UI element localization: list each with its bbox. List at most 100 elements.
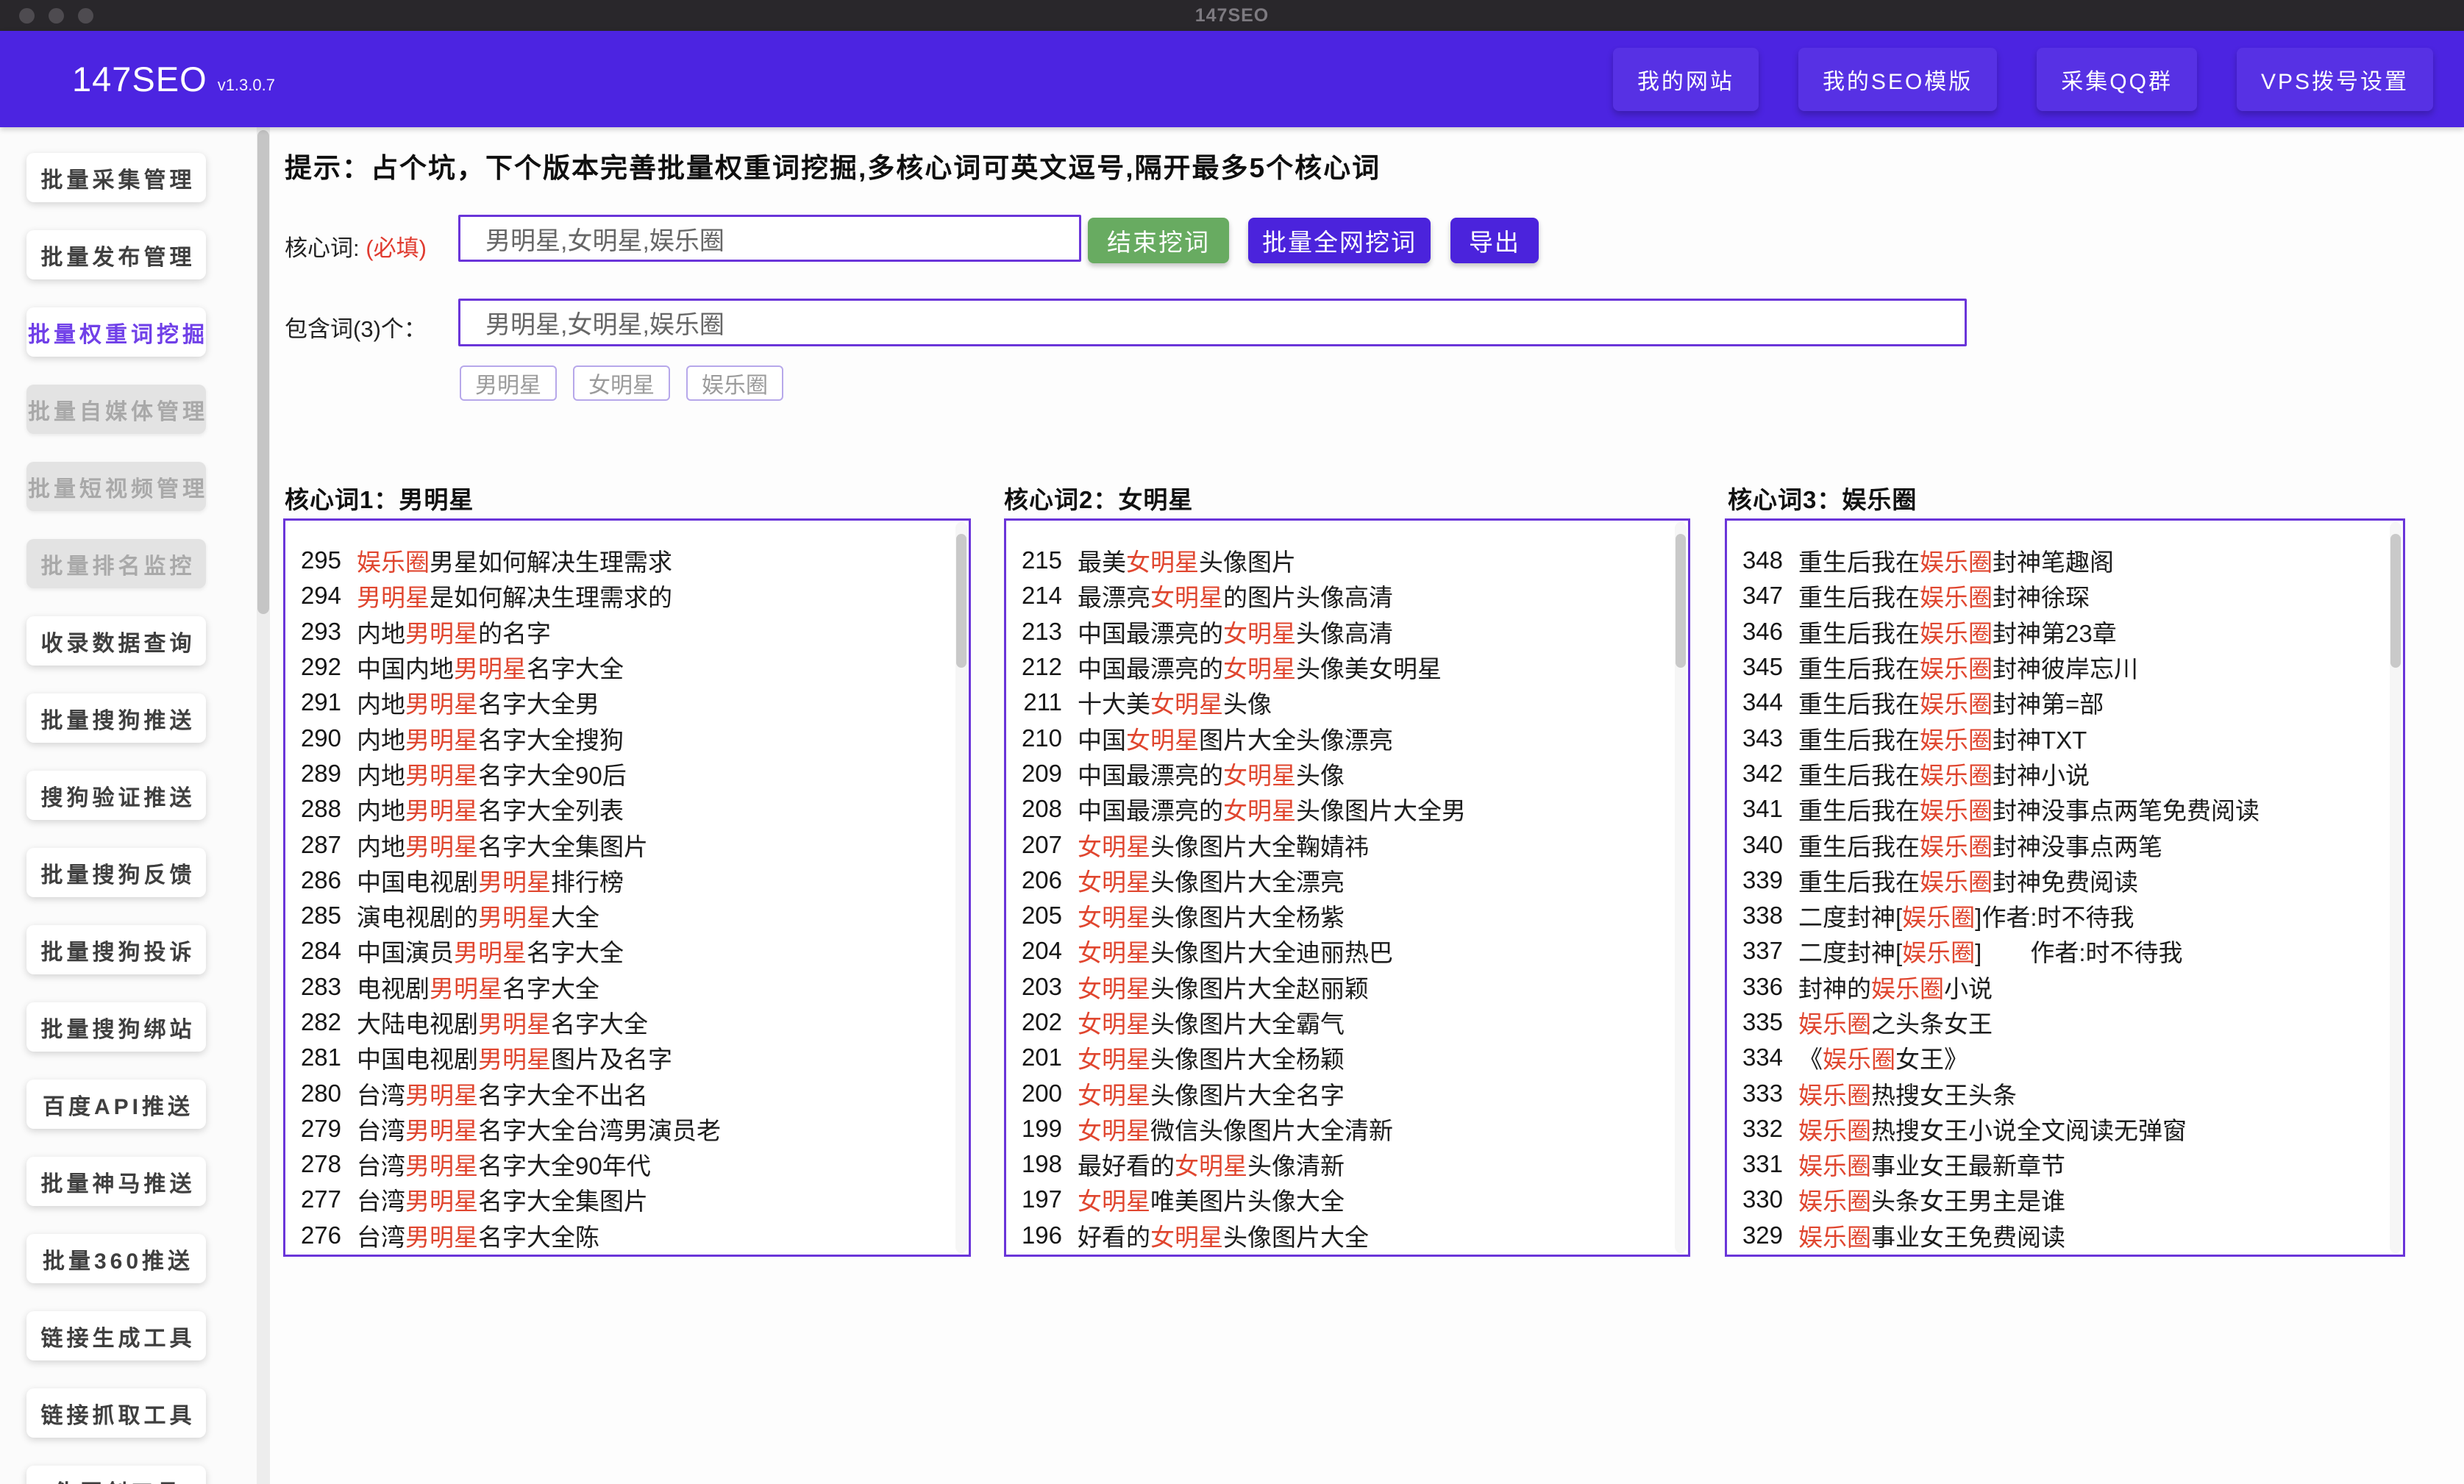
keyword-row[interactable]: 208 中国最漂亮的女明星头像图片大全男 [1006, 791, 1673, 827]
export-button[interactable]: 导出 [1450, 218, 1539, 263]
brand-row: 147SEO v1.3.0.7 [72, 31, 275, 127]
keyword-row[interactable]: 289 内地男明星名字大全90后 [285, 756, 954, 791]
sidebar-item[interactable]: 链接生成工具 [26, 1311, 206, 1360]
sidebar-item[interactable]: 伪原创工具 [26, 1466, 206, 1484]
keyword-row[interactable]: 341 重生后我在娱乐圈封神没事点两笔免费阅读 [1727, 791, 2388, 827]
keyword-row[interactable]: 345 重生后我在娱乐圈封神彼岸忘川 [1727, 649, 2388, 685]
keyword-row[interactable]: 205 女明星头像图片大全杨紫 [1006, 898, 1673, 933]
keyword-row[interactable]: 285 演电视剧的男明星大全 [285, 898, 954, 933]
header-nav-button[interactable]: 我的网站 [1612, 47, 1759, 111]
keyword-row[interactable]: 294 男明星是如何解决生理需求的 [285, 578, 954, 613]
keyword-row[interactable]: 203 女明星头像图片大全赵丽颖 [1006, 969, 1673, 1005]
sidebar-item[interactable]: 批量360推送 [26, 1234, 206, 1283]
list-scrollbar-thumb[interactable] [956, 534, 966, 668]
sidebar-item[interactable]: 收录数据查询 [26, 616, 206, 666]
keyword-text: 重生后我在娱乐圈封神没事点两笔免费阅读 [1798, 797, 2260, 825]
keyword-row[interactable]: 346 重生后我在娱乐圈封神第23章 [1727, 614, 2388, 649]
keyword-row[interactable]: 293 内地男明星的名字 [285, 614, 954, 649]
keyword-row[interactable]: 209 中国最漂亮的女明星头像 [1006, 756, 1673, 791]
sidebar-item[interactable]: 批量搜狗反馈 [26, 848, 206, 897]
core-word-input[interactable] [458, 215, 1081, 262]
keyword-row[interactable]: 329 娱乐圈事业女王免费阅读 [1727, 1218, 2388, 1253]
keyword-row[interactable]: 288 内地男明星名字大全列表 [285, 791, 954, 827]
keyword-row[interactable]: 196 好看的女明星头像图片大全 [1006, 1218, 1673, 1253]
window-minimize-icon[interactable] [49, 7, 64, 24]
keyword-row[interactable]: 214 最漂亮女明星的图片头像高清 [1006, 578, 1673, 613]
include-word-tag[interactable]: 娱乐圈 [686, 365, 783, 401]
keyword-row[interactable]: 206 女明星头像图片大全漂亮 [1006, 863, 1673, 898]
keyword-row[interactable]: 210 中国女明星图片大全头像漂亮 [1006, 720, 1673, 755]
window-close-icon[interactable] [19, 7, 35, 24]
mine-all-web-button[interactable]: 批量全网挖词 [1248, 218, 1431, 263]
include-word-tag[interactable]: 男明星 [460, 365, 557, 401]
keyword-row[interactable]: 292 中国内地男明星名字大全 [285, 649, 954, 685]
keyword-row[interactable]: 197 女明星唯美图片头像大全 [1006, 1182, 1673, 1217]
keyword-row[interactable]: 331 娱乐圈事业女王最新章节 [1727, 1146, 2388, 1182]
sidebar-item[interactable]: 链接抓取工具 [26, 1388, 206, 1438]
stop-mining-button[interactable]: 结束挖词 [1088, 218, 1229, 263]
highlighted-core-word: 女明星 [1078, 1188, 1150, 1216]
sidebar-item[interactable]: 批量采集管理 [26, 153, 206, 202]
keyword-row[interactable]: 200 女明星头像图片大全名字 [1006, 1075, 1673, 1110]
keyword-row[interactable]: 282 大陆电视剧男明星名字大全 [285, 1005, 954, 1040]
sidebar-item[interactable]: 批量搜狗推送 [26, 693, 206, 743]
keyword-row[interactable]: 207 女明星头像图片大全鞠婧祎 [1006, 827, 1673, 862]
keyword-row[interactable]: 199 女明星微信头像图片大全清新 [1006, 1111, 1673, 1146]
keyword-row[interactable]: 286 中国电视剧男明星排行榜 [285, 863, 954, 898]
keyword-row[interactable]: 278 台湾男明星名字大全90年代 [285, 1146, 954, 1182]
sidebar-item[interactable]: 批量搜狗投诉 [26, 925, 206, 974]
keyword-row[interactable]: 337 二度封神[娱乐圈] 作者:时不待我 [1727, 933, 2388, 968]
keyword-row[interactable]: 276 台湾男明星名字大全陈 [285, 1218, 954, 1253]
keyword-row[interactable]: 333 娱乐圈热搜女王头条 [1727, 1075, 2388, 1110]
keyword-row[interactable]: 343 重生后我在娱乐圈封神TXT [1727, 720, 2388, 755]
keyword-row[interactable]: 287 内地男明星名字大全集图片 [285, 827, 954, 862]
keyword-row[interactable]: 332 娱乐圈热搜女王小说全文阅读无弹窗 [1727, 1111, 2388, 1146]
app-window: 147SEO 147SEO v1.3.0.7 我的网站 我的SEO模版 采集QQ群 V… [0, 0, 2464, 1484]
keyword-row[interactable]: 212 中国最漂亮的女明星头像美女明星 [1006, 649, 1673, 685]
sidebar-scrollbar-thumb[interactable] [257, 130, 269, 614]
keyword-row[interactable]: 339 重生后我在娱乐圈封神免费阅读 [1727, 863, 2388, 898]
include-words-input[interactable] [458, 299, 1967, 346]
sidebar-item[interactable]: 批量权重词挖掘 [26, 307, 206, 357]
header-nav-button[interactable]: 我的SEO模版 [1798, 47, 1998, 111]
keyword-row[interactable]: 215 最美女明星头像图片 [1006, 543, 1673, 578]
keyword-row[interactable]: 336 封神的娱乐圈小说 [1727, 969, 2388, 1005]
keyword-text: 娱乐圈男星如何解决生理需求 [357, 549, 672, 577]
include-word-tag[interactable]: 女明星 [573, 365, 670, 401]
keyword-row[interactable]: 348 重生后我在娱乐圈封神笔趣阁 [1727, 543, 2388, 578]
keyword-row[interactable]: 281 中国电视剧男明星图片及名字 [285, 1040, 954, 1075]
keyword-row[interactable]: 198 最好看的女明星头像清新 [1006, 1146, 1673, 1182]
sidebar-item[interactable]: 批量搜狗绑站 [26, 1002, 206, 1052]
sidebar-item[interactable]: 百度API推送 [26, 1080, 206, 1129]
sidebar-item[interactable]: 批量发布管理 [26, 230, 206, 279]
keyword-row[interactable]: 334 《娱乐圈女王》 [1727, 1040, 2388, 1075]
keyword-row[interactable]: 291 内地男明星名字大全男 [285, 685, 954, 720]
header-nav-button[interactable]: VPS拨号设置 [2236, 47, 2433, 111]
sidebar-item[interactable]: 搜狗验证推送 [26, 771, 206, 820]
keyword-row[interactable]: 295 娱乐圈男星如何解决生理需求 [285, 543, 954, 578]
keyword-row[interactable]: 340 重生后我在娱乐圈封神没事点两笔 [1727, 827, 2388, 862]
keyword-row[interactable]: 335 娱乐圈之头条女王 [1727, 1005, 2388, 1040]
keyword-row[interactable]: 284 中国演员男明星名字大全 [285, 933, 954, 968]
keyword-row[interactable]: 211 十大美女明星头像 [1006, 685, 1673, 720]
keyword-row[interactable]: 347 重生后我在娱乐圈封神徐琛 [1727, 578, 2388, 613]
list-scrollbar-thumb[interactable] [1676, 534, 1686, 668]
keyword-row[interactable]: 338 二度封神[娱乐圈]作者:时不待我 [1727, 898, 2388, 933]
keyword-row[interactable]: 279 台湾男明星名字大全台湾男演员老 [285, 1111, 954, 1146]
keyword-row[interactable]: 280 台湾男明星名字大全不出名 [285, 1075, 954, 1110]
keyword-row[interactable]: 201 女明星头像图片大全杨颖 [1006, 1040, 1673, 1075]
window-zoom-icon[interactable] [78, 7, 93, 24]
keyword-row[interactable]: 342 重生后我在娱乐圈封神小说 [1727, 756, 2388, 791]
keyword-row[interactable]: 202 女明星头像图片大全霸气 [1006, 1005, 1673, 1040]
keyword-row[interactable]: 290 内地男明星名字大全搜狗 [285, 720, 954, 755]
header-nav-button[interactable]: 采集QQ群 [2037, 47, 2197, 111]
keyword-row[interactable]: 283 电视剧男明星名字大全 [285, 969, 954, 1005]
keyword-row[interactable]: 204 女明星头像图片大全迪丽热巴 [1006, 933, 1673, 968]
keyword-row[interactable]: 330 娱乐圈头条女王男主是谁 [1727, 1182, 2388, 1217]
sidebar-item[interactable]: 批量神马推送 [26, 1157, 206, 1206]
keyword-row[interactable]: 277 台湾男明星名字大全集图片 [285, 1182, 954, 1217]
list-scrollbar-thumb[interactable] [2390, 534, 2401, 668]
sidebar-scrollbar[interactable] [257, 127, 270, 1484]
keyword-row[interactable]: 344 重生后我在娱乐圈封神第=部 [1727, 685, 2388, 720]
keyword-row[interactable]: 213 中国最漂亮的女明星头像高清 [1006, 614, 1673, 649]
